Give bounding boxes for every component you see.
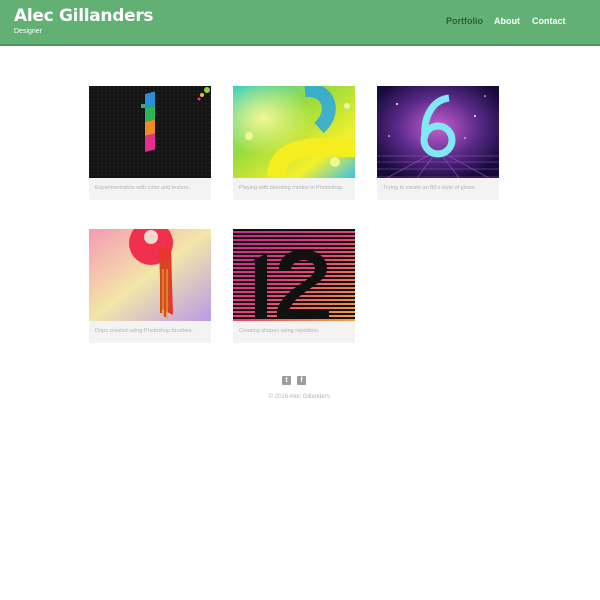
portfolio-thumbnail[interactable] xyxy=(377,86,499,178)
portfolio-caption: Playing with blending modes in Photoshop… xyxy=(239,185,344,191)
social-links: t f xyxy=(282,376,310,386)
portfolio-card[interactable]: Creating shapes using repetition. xyxy=(233,229,355,343)
portfolio-thumbnail[interactable] xyxy=(89,229,211,321)
portfolio-card[interactable]: Drips created using Photoshop brushes. xyxy=(89,229,211,343)
portfolio-thumbnail[interactable] xyxy=(233,229,355,321)
artwork-number-6-image xyxy=(377,86,499,178)
portfolio-caption: Experimentation with color and texture. xyxy=(95,185,191,191)
twitter-icon[interactable]: t xyxy=(282,376,291,385)
site-tagline: Designer xyxy=(14,28,43,35)
portfolio-caption: Trying to create an 80's style of glows. xyxy=(383,185,477,191)
facebook-icon[interactable]: f xyxy=(297,376,306,385)
portfolio-caption: Creating shapes using repetition. xyxy=(239,328,320,334)
artwork-number-9-drips-image xyxy=(89,229,211,321)
nav-link-portfolio[interactable]: Portfolio xyxy=(446,15,483,27)
nav-link-about[interactable]: About xyxy=(494,15,520,27)
portfolio-thumbnail[interactable] xyxy=(233,86,355,178)
artwork-number-1-image xyxy=(89,86,211,178)
portfolio-thumbnail[interactable] xyxy=(89,86,211,178)
nav-link-contact[interactable]: Contact xyxy=(532,15,566,27)
portfolio-card[interactable]: Playing with blending modes in Photoshop… xyxy=(233,86,355,200)
site-header: Alec Gillanders Designer Portfolio About… xyxy=(0,0,600,46)
copyright-text: © 2016 Alec Gillanders. xyxy=(268,394,332,400)
portfolio-caption: Drips created using Photoshop brushes. xyxy=(95,328,193,334)
artwork-number-12-image xyxy=(233,229,355,321)
site-title-link[interactable]: Alec Gillanders xyxy=(14,6,154,26)
portfolio-card[interactable]: Experimentation with color and texture. xyxy=(89,86,211,200)
portfolio-card[interactable]: Trying to create an 80's style of glows. xyxy=(377,86,499,200)
artwork-number-2-image xyxy=(233,86,355,178)
